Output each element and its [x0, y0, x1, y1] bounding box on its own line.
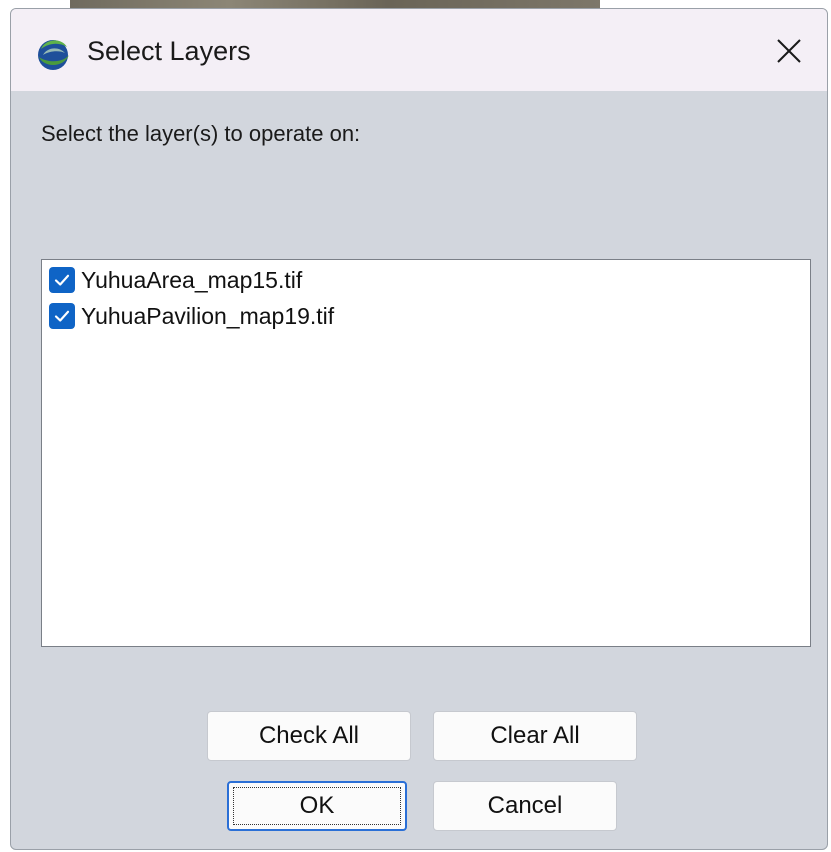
- list-item-layer-2[interactable]: YuhuaPavilion_map19.tif: [49, 300, 334, 332]
- checkmark-icon: [54, 310, 70, 322]
- clear-all-button[interactable]: Clear All: [433, 711, 637, 761]
- ok-button[interactable]: OK: [227, 781, 407, 831]
- instruction-label: Select the layer(s) to operate on:: [41, 121, 361, 146]
- close-icon: [777, 39, 801, 63]
- window-title: Select Layers: [87, 36, 251, 66]
- list-item-layer-1[interactable]: YuhuaArea_map15.tif: [49, 264, 302, 296]
- close-button[interactable]: [765, 29, 813, 73]
- ok-button-label: OK: [299, 792, 335, 819]
- globe-swirl-icon: [38, 40, 69, 70]
- layer-2-label: YuhuaPavilion_map19.tif: [81, 302, 335, 329]
- select-layers-dialog: Select Layers Select the layer(s) to ope…: [10, 8, 828, 850]
- layer-list[interactable]: YuhuaArea_map15.tif YuhuaPavilion_map19.…: [41, 259, 811, 647]
- check-all-button[interactable]: Check All: [207, 711, 411, 761]
- background-window-edge: [70, 0, 600, 8]
- layer-1-label: YuhuaArea_map15.tif: [81, 266, 303, 293]
- title-bar: Select Layers: [11, 9, 827, 91]
- cancel-button[interactable]: Cancel: [433, 781, 617, 831]
- checkmark-icon: [54, 274, 70, 286]
- layer-2-checkbox[interactable]: [49, 303, 75, 329]
- layer-1-checkbox[interactable]: [49, 267, 75, 293]
